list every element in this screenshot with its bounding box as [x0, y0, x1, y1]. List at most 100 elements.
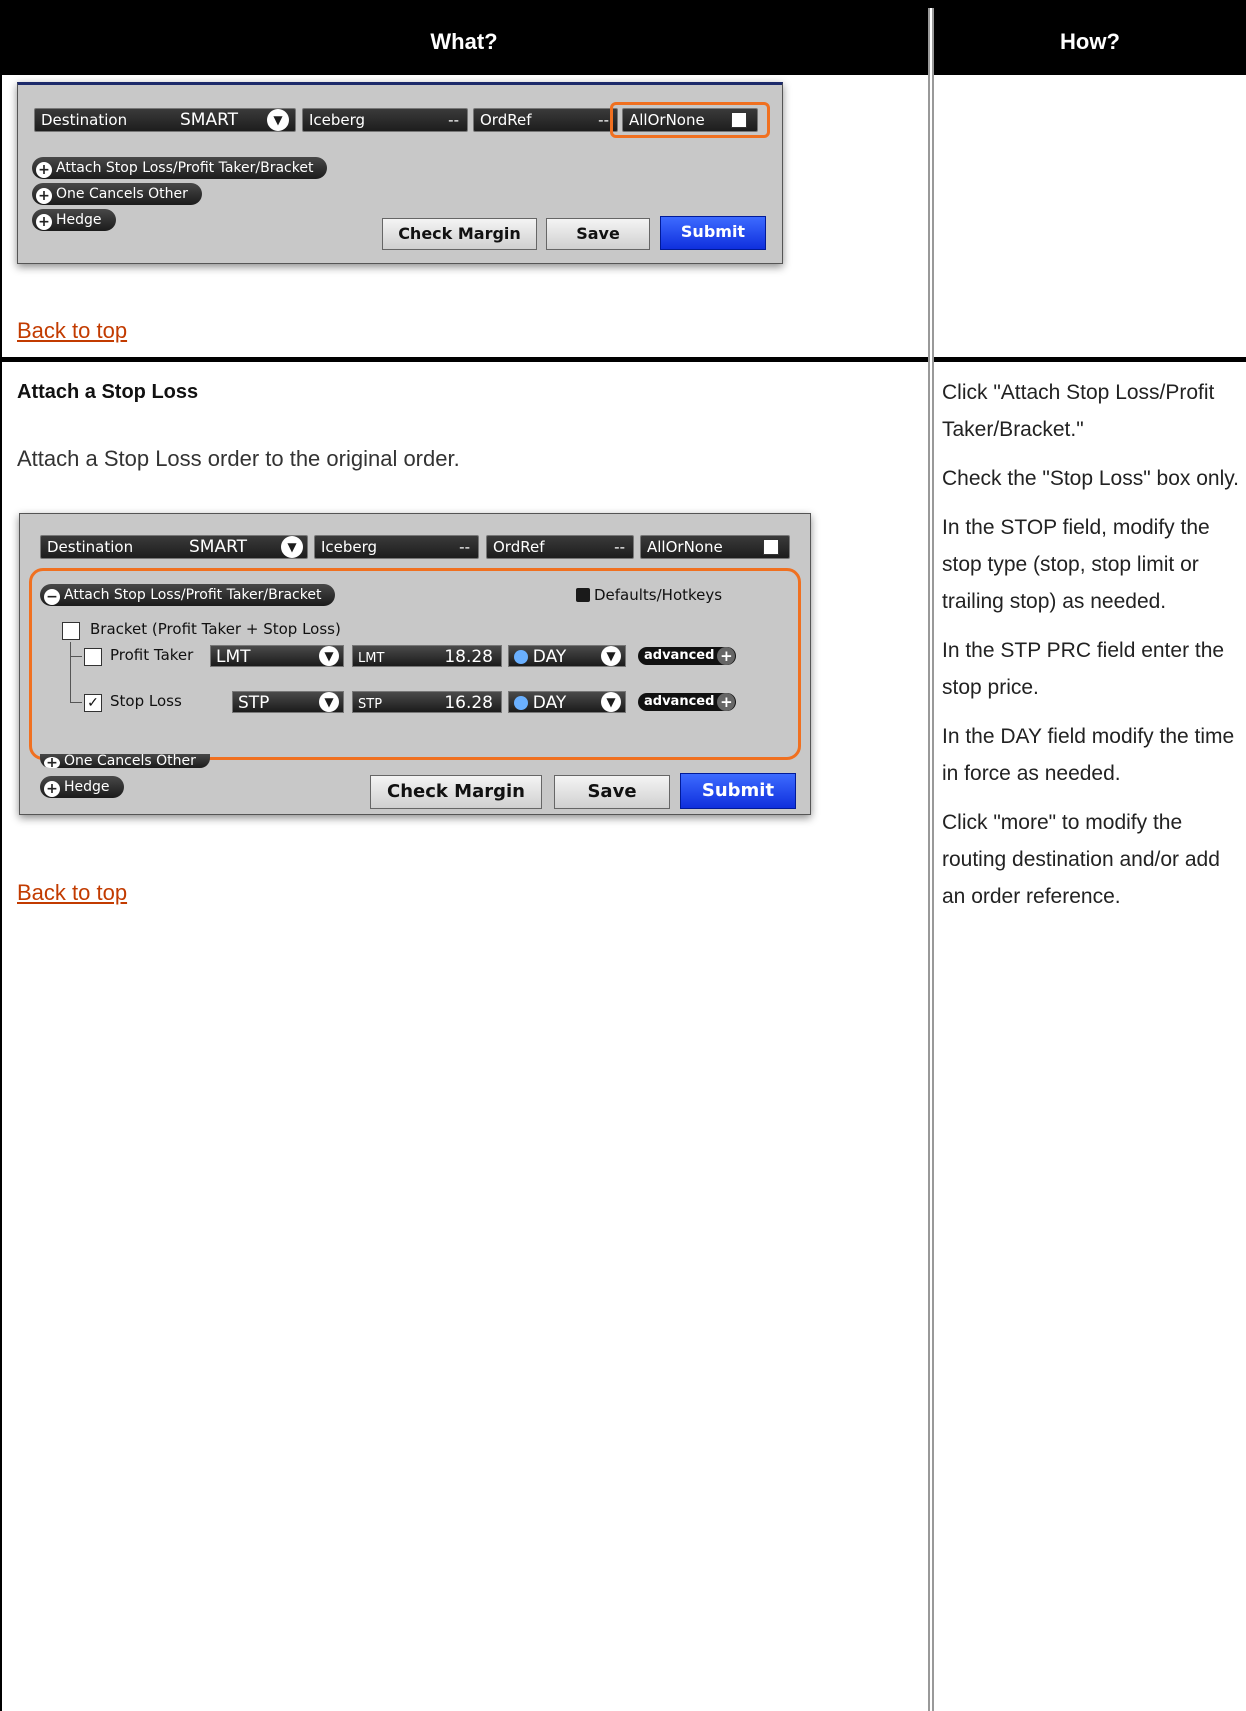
destination-value: SMART	[180, 110, 239, 130]
column-header-what: What?	[0, 8, 928, 75]
profit-taker-type-select[interactable]: LMT ▼	[210, 645, 344, 667]
iceberg-field[interactable]: Iceberg --	[302, 108, 468, 132]
stop-loss-label: Stop Loss	[110, 692, 182, 710]
save-disk-icon	[576, 588, 590, 602]
section-title: Attach a Stop Loss	[17, 381, 199, 403]
how-step: In the DAY field modify the time in forc…	[942, 725, 1235, 785]
profit-taker-tif: DAY	[532, 647, 567, 667]
check-margin-button[interactable]: Check Margin	[382, 218, 537, 250]
iceberg-value: --	[448, 111, 459, 129]
stop-loss-tif: DAY	[532, 693, 567, 713]
iceberg-label: Iceberg	[321, 538, 378, 556]
plus-icon: +	[36, 162, 52, 178]
order-panel-screenshot-top: Destination SMART ▼ Iceberg -- OrdRef --…	[17, 82, 783, 264]
destination-value: SMART	[189, 537, 248, 557]
allornone-field[interactable]: AllOrNone	[622, 108, 758, 132]
allornone-label: AllOrNone	[629, 111, 705, 129]
stp-label: STP	[358, 697, 383, 712]
attach-label: Attach Stop Loss/Profit Taker/Bracket	[56, 160, 314, 176]
profit-taker-price-field[interactable]: LMT 18.28	[352, 645, 502, 667]
ordref-value: --	[614, 538, 625, 556]
tree-line	[70, 702, 82, 703]
oco-toggle[interactable]: + One Cancels Other	[32, 183, 202, 205]
back-to-top-link[interactable]: Back to top	[17, 318, 127, 344]
hedge-toggle[interactable]: + Hedge	[32, 209, 116, 231]
clock-icon	[514, 650, 528, 664]
ordref-value: --	[598, 111, 609, 129]
save-button[interactable]: Save	[546, 218, 650, 250]
hedge-label: Hedge	[56, 212, 102, 228]
ordref-label: OrdRef	[480, 111, 532, 129]
attach-bracket-toggle[interactable]: − Attach Stop Loss/Profit Taker/Bracket	[40, 584, 336, 606]
destination-field[interactable]: Destination SMART ▼	[34, 108, 296, 132]
lmt-label: LMT	[358, 651, 385, 666]
destination-label: Destination	[41, 111, 128, 129]
attach-bracket-toggle[interactable]: + Attach Stop Loss/Profit Taker/Bracket	[32, 157, 328, 179]
column-header-how: How?	[934, 8, 1246, 75]
tree-line	[70, 642, 71, 702]
stop-loss-price-field[interactable]: STP 16.28	[352, 691, 502, 713]
how-steps: Click "Attach Stop Loss/Profit Taker/Bra…	[942, 374, 1242, 915]
section-description: Attach a Stop Loss order to the original…	[17, 446, 460, 471]
chevron-down-icon: ▼	[601, 692, 621, 712]
iceberg-value: --	[459, 538, 470, 556]
attach-label: Attach Stop Loss/Profit Taker/Bracket	[64, 587, 322, 603]
profit-taker-tif-select[interactable]: DAY ▼	[508, 645, 626, 667]
how-step: In the STP PRC field enter the stop pric…	[942, 639, 1225, 699]
profit-taker-advanced-button[interactable]: advanced +	[638, 647, 737, 665]
how-step: In the STOP field, modify the stop type …	[942, 516, 1210, 613]
profit-taker-label: Profit Taker	[110, 646, 194, 664]
allornone-label: AllOrNone	[647, 538, 723, 556]
check-margin-button[interactable]: Check Margin	[370, 775, 542, 809]
oco-label: One Cancels Other	[56, 186, 188, 202]
chevron-down-icon[interactable]: ▼	[281, 536, 303, 558]
stop-loss-advanced-button[interactable]: advanced +	[638, 693, 737, 711]
advanced-label: advanced	[644, 694, 715, 709]
allornone-checkbox[interactable]	[763, 539, 779, 555]
defaults-hotkeys-link[interactable]: Defaults/Hotkeys	[576, 586, 722, 604]
table-top-border	[0, 0, 1246, 8]
destination-field[interactable]: Destination SMART ▼	[40, 535, 308, 559]
minus-icon: −	[44, 589, 60, 605]
profit-taker-type: LMT	[216, 647, 251, 667]
chevron-down-icon[interactable]: ▼	[267, 109, 289, 131]
how-step: Check the "Stop Loss" box only.	[942, 467, 1240, 490]
bracket-label: Bracket (Profit Taker + Stop Loss)	[90, 620, 341, 638]
oco-toggle[interactable]: + One Cancels Other	[40, 754, 210, 768]
column-divider-inner	[932, 8, 934, 1711]
stop-loss-checkbox[interactable]: ✓	[84, 694, 102, 712]
plus-icon: +	[717, 647, 736, 665]
clock-icon	[514, 696, 528, 710]
row-divider-how	[934, 357, 1246, 362]
destination-label: Destination	[47, 538, 134, 556]
defaults-label: Defaults/Hotkeys	[594, 586, 723, 604]
stop-loss-price: 16.28	[444, 693, 493, 713]
how-step: Click "Attach Stop Loss/Profit Taker/Bra…	[942, 381, 1215, 441]
ordref-field[interactable]: OrdRef --	[486, 535, 634, 559]
save-button[interactable]: Save	[554, 775, 670, 809]
back-to-top-link[interactable]: Back to top	[17, 880, 127, 906]
submit-button[interactable]: Submit	[680, 773, 796, 809]
chevron-down-icon: ▼	[319, 692, 339, 712]
ordref-field[interactable]: OrdRef --	[473, 108, 618, 132]
hedge-toggle[interactable]: + Hedge	[40, 776, 124, 798]
bracket-checkbox[interactable]	[62, 622, 80, 640]
allornone-checkbox[interactable]	[731, 112, 747, 128]
iceberg-field[interactable]: Iceberg --	[314, 535, 479, 559]
iceberg-label: Iceberg	[309, 111, 366, 129]
submit-button[interactable]: Submit	[660, 216, 766, 250]
column-divider	[928, 8, 930, 1711]
plus-icon: +	[44, 756, 60, 768]
profit-taker-checkbox[interactable]	[84, 648, 102, 666]
order-panel-screenshot-stop-loss: Destination SMART ▼ Iceberg -- OrdRef --…	[19, 513, 811, 815]
stop-loss-type-select[interactable]: STP ▼	[232, 691, 344, 713]
plus-icon: +	[36, 188, 52, 204]
stop-loss-tif-select[interactable]: DAY ▼	[508, 691, 626, 713]
chevron-down-icon: ▼	[601, 646, 621, 666]
plus-icon: +	[44, 781, 60, 797]
plus-icon: +	[717, 693, 736, 711]
advanced-label: advanced	[644, 648, 715, 663]
profit-taker-price: 18.28	[444, 647, 493, 667]
hedge-label: Hedge	[64, 779, 110, 795]
allornone-field[interactable]: AllOrNone	[640, 535, 790, 559]
